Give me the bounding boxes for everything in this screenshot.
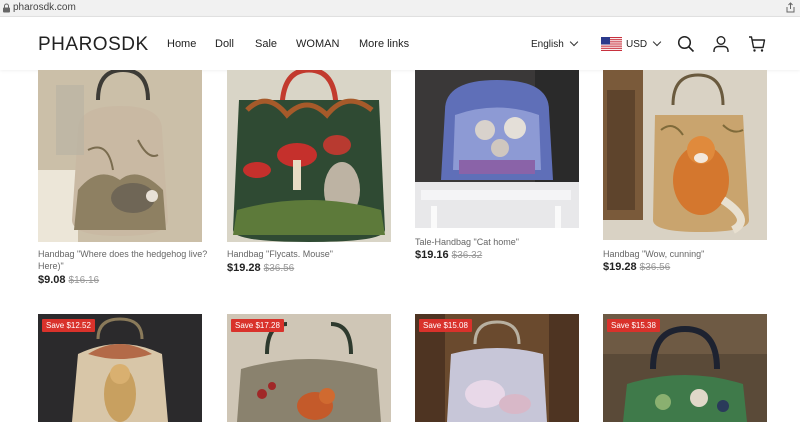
nav-woman[interactable]: WOMAN [296, 38, 339, 50]
us-flag-icon[interactable] [601, 37, 622, 51]
sale-badge: Save $15.38 [607, 319, 660, 332]
original-price: $16.16 [68, 275, 100, 286]
sale-price: $19.28 [603, 261, 637, 273]
site-logo[interactable]: PHAROSDK [38, 34, 149, 56]
nav-more-links[interactable]: More links [359, 38, 409, 50]
product-price: $9.08 $16.16 [38, 274, 99, 286]
share-icon[interactable] [785, 2, 796, 13]
browser-url-bar[interactable]: pharosdk.com [0, 0, 800, 17]
currency-label: USD [626, 39, 648, 50]
currency-selector[interactable]: USD [626, 37, 662, 50]
url-text[interactable]: pharosdk.com [13, 2, 76, 13]
product-image[interactable] [227, 70, 391, 242]
language-label: English [531, 39, 564, 50]
original-price: $36.56 [263, 263, 295, 274]
lock-icon [3, 3, 10, 13]
product-price: $19.16 $36.32 [415, 249, 482, 261]
cart-icon[interactable] [748, 35, 766, 53]
site-header: PHAROSDK Home Doll Sale WOMAN More links… [0, 17, 800, 70]
chevron-down-icon [652, 37, 662, 47]
product-image[interactable] [603, 70, 767, 240]
chevron-down-icon [569, 37, 579, 47]
original-price: $36.32 [451, 250, 483, 261]
product-title[interactable]: Tale-Handbag "Cat home" [415, 236, 585, 248]
product-price: $19.28 $36.56 [227, 262, 294, 274]
product-title[interactable]: Handbag "Flycats. Mouse" [227, 248, 397, 260]
nav-sale[interactable]: Sale [255, 38, 277, 50]
sale-badge: Save $12.52 [42, 319, 95, 332]
nav-doll[interactable]: Doll [215, 38, 234, 50]
product-title[interactable]: Handbag "Where does the hedgehog live? H… [38, 248, 208, 272]
search-icon[interactable] [677, 35, 695, 53]
sale-badge: Save $15.08 [419, 319, 472, 332]
nav-home[interactable]: Home [167, 38, 196, 50]
product-image[interactable] [38, 70, 202, 242]
product-image[interactable] [415, 70, 579, 228]
account-icon[interactable] [712, 35, 730, 53]
language-selector[interactable]: English [531, 37, 579, 50]
sale-badge: Save $17.28 [231, 319, 284, 332]
product-title[interactable]: Handbag "Wow, cunning" [603, 248, 773, 260]
original-price: $36.56 [639, 262, 671, 273]
product-price: $19.28 $36.56 [603, 261, 670, 273]
sale-price: $19.16 [415, 249, 449, 261]
sale-price: $19.28 [227, 262, 261, 274]
sale-price: $9.08 [38, 274, 66, 286]
